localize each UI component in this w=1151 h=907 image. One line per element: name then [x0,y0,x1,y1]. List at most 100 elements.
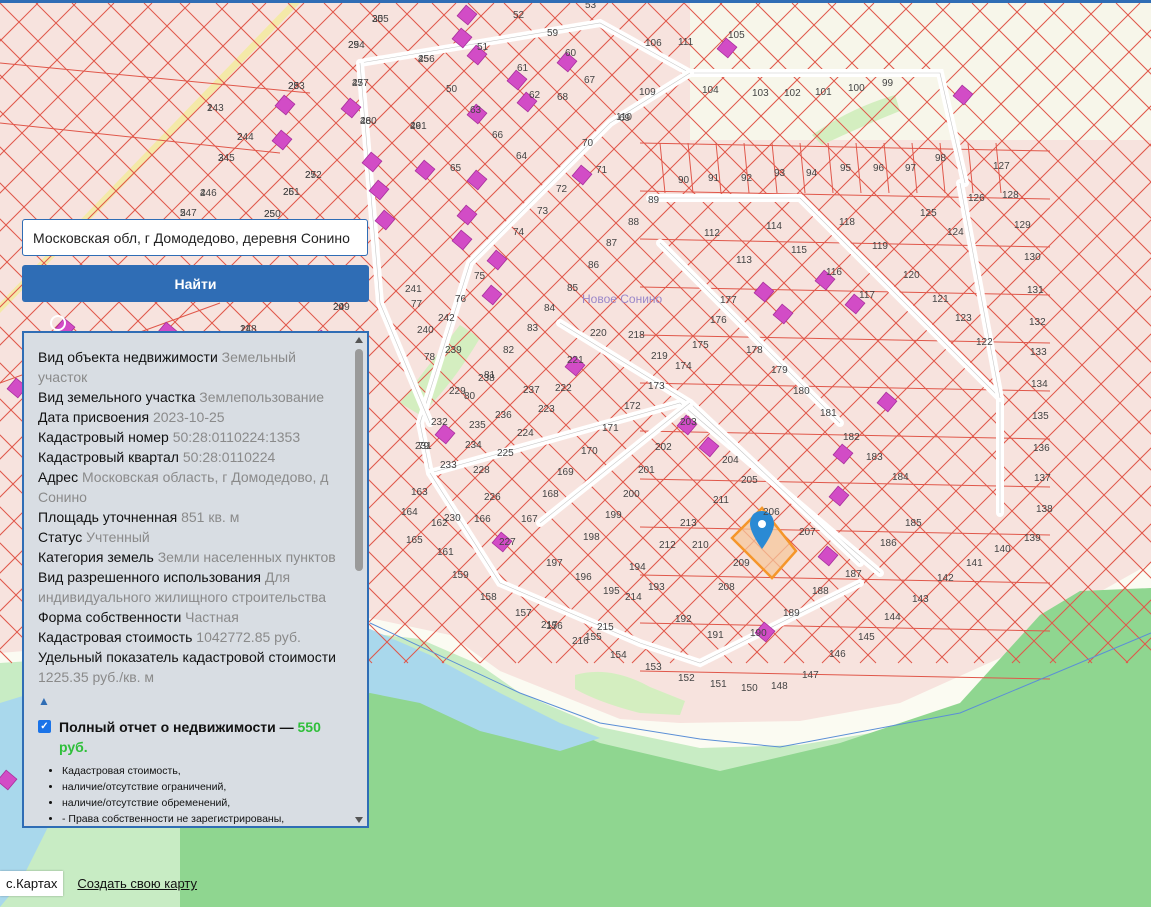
brand-label[interactable]: с.Картах [0,871,64,896]
parcel-number-label: 115 [791,245,807,256]
parcel-number-label: 112 [704,228,720,239]
parcel-number-label: 236 [495,410,512,421]
parcel-number-label: 172 [624,401,641,412]
parcel-number-label: 129 [1014,220,1031,231]
parcel-number-label: 233 [440,460,457,471]
report-checkbox[interactable]: ✓ [38,720,51,733]
parcel-number-label: 142 [937,573,954,584]
parcel-number-label: 91 [708,173,720,184]
parcel-number-label: 158 [480,592,497,603]
parcel-number-label: 140 [994,544,1011,555]
parcel-number-label: 252 [305,170,322,181]
parcel-number-label: 176 [710,315,727,326]
parcel-number-label: 62 [529,90,541,101]
parcel-number-label: 93 [774,168,786,179]
parcel-number-label: 222 [555,383,572,394]
parcel-number-label: 99 [882,78,894,89]
parcel-number-label: 119 [872,241,888,252]
parcel-number-label: 242 [438,313,455,324]
parcel-number-label: 209 [733,558,750,569]
parcel-number-label: 185 [905,518,922,529]
parcel-number-label: 190 [750,628,767,639]
parcel-number-label: 235 [469,420,486,431]
report-title: Полный отчет о недвижимости — [59,719,298,735]
parcel-number-label: 130 [1024,252,1041,263]
parcel-number-label: 121 [932,294,949,305]
parcel-number-label: 100 [848,83,865,94]
scroll-down-icon[interactable] [355,817,363,823]
info-label: Статус [38,529,83,545]
info-row: Вид разрешенного использования Для индив… [38,567,344,607]
parcel-number-label: 52 [513,10,525,21]
info-value: Землепользование [199,389,325,405]
info-row: Статус Учтенный [38,527,344,547]
collapse-icon[interactable]: ▲ [38,691,344,711]
parcel-number-label: 145 [858,632,875,643]
info-row: Удельный показатель кадастровой стоимост… [38,647,344,687]
parcel-number-label: 146 [829,649,846,660]
parcel-number-label: 109 [639,87,656,98]
parcel-number-label: 238 [478,373,495,384]
parcel-number-label: 92 [741,173,753,184]
parcel-number-label: 183 [866,452,883,463]
parcel-number-label: 70 [582,138,594,149]
parcel-number-label: 90 [678,175,690,186]
parcel-number-label: 173 [648,381,665,392]
parcel-number-label: 179 [771,365,788,376]
parcel-number-label: 128 [1002,190,1019,201]
parcel-number-label: 219 [651,351,668,362]
parcel-number-label: 98 [935,153,947,164]
info-label: Удельный показатель кадастровой стоимост… [38,649,336,665]
parcel-number-label: 261 [410,121,427,132]
parcel-number-label: 257 [352,78,369,89]
parcel-number-label: 138 [1036,504,1053,515]
parcel-number-label: 211 [713,495,729,506]
panel-scrollbar[interactable] [354,337,364,823]
parcel-number-label: 141 [966,558,983,569]
parcel-number-label: 53 [585,3,597,11]
parcel-number-label: 182 [843,432,860,443]
parcel-number-label: 150 [741,683,758,694]
parcel-number-label: 159 [452,570,469,581]
parcel-number-label: 105 [728,30,745,41]
info-row: Категория земель Земли населенных пункто… [38,547,344,567]
parcel-number-label: 226 [484,492,501,503]
parcel-number-label: 147 [802,670,819,681]
parcel-number-label: 203 [680,417,697,428]
info-label: Дата присвоения [38,409,150,425]
parcel-number-label: 135 [1032,411,1049,422]
parcel-number-label: 178 [746,345,763,356]
info-value: 1042772.85 руб. [196,629,301,645]
parcel-number-label: 225 [497,448,514,459]
create-map-link[interactable]: Создать свою карту [77,876,197,891]
parcel-number-label: 227 [499,537,516,548]
parcel-number-label: 194 [629,562,646,573]
parcel-number-label: 204 [722,455,739,466]
property-info-panel: Вид объекта недвижимости Земельный участ… [22,331,369,828]
parcel-number-label: 202 [655,442,672,453]
find-button[interactable]: Найти [22,265,369,302]
parcel-number-label: 230 [444,513,461,524]
address-search-input[interactable] [22,219,368,256]
parcel-number-label: 95 [840,163,852,174]
info-row: Дата присвоения 2023-10-25 [38,407,344,427]
report-contents-list: Кадастровая стоимость, наличие/отсутстви… [38,763,344,826]
parcel-number-label: 251 [283,187,300,198]
parcel-number-label: 181 [820,408,837,419]
parcel-number-label: 74 [513,227,525,238]
parcel-number-label: 216 [572,636,589,647]
parcel-number-label: 124 [947,227,964,238]
parcel-number-label: 205 [741,475,758,486]
parcel-number-label: 61 [517,63,529,74]
parcel-number-label: 221 [567,355,584,366]
parcel-number-label: 126 [968,193,985,204]
info-value: 2023-10-25 [152,409,225,425]
parcel-number-label: 197 [546,558,563,569]
full-report-option[interactable]: ✓ Полный отчет о недвижимости — 550 руб. [38,717,344,757]
parcel-number-label: 192 [675,614,692,625]
parcel-number-label: 232 [431,417,448,428]
info-label: Форма собственности [38,609,182,625]
scroll-up-icon[interactable] [355,337,363,343]
property-attributes: Вид объекта недвижимости Земельный участ… [38,347,344,687]
scroll-thumb[interactable] [355,349,363,571]
